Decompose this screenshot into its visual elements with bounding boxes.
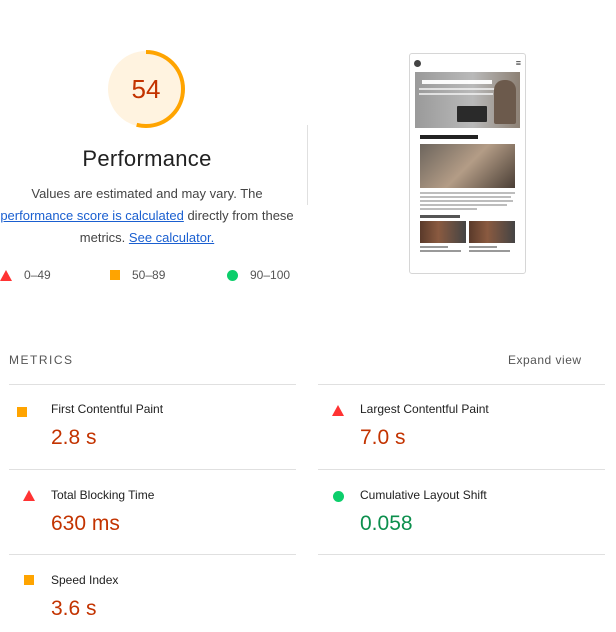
metric-name: Total Blocking Time bbox=[51, 488, 155, 502]
pass-circle-icon bbox=[333, 491, 344, 502]
desc-text-1: Values are estimated and may vary. The bbox=[31, 186, 263, 201]
legend-fail: 0–49 bbox=[0, 268, 51, 282]
metric-name: Cumulative Layout Shift bbox=[360, 488, 487, 502]
gauge-title: Performance bbox=[82, 146, 212, 171]
thumbnail-header: ≡ bbox=[410, 54, 525, 72]
metric-value: 630 ms bbox=[51, 512, 120, 535]
divider bbox=[9, 554, 296, 555]
average-square-icon bbox=[110, 270, 120, 280]
divider bbox=[318, 469, 605, 470]
page-screenshot-thumbnail[interactable]: ≡ bbox=[409, 53, 526, 274]
metric-name: Largest Contentful Paint bbox=[360, 402, 489, 416]
score-legend: 0–49 50–89 90–100 bbox=[0, 268, 300, 286]
see-calculator-link[interactable]: See calculator. bbox=[129, 230, 214, 245]
thumbnail-text-lines bbox=[420, 192, 515, 210]
hamburger-menu-icon: ≡ bbox=[515, 57, 521, 68]
metric-first-contentful-paint: First Contentful Paint 2.8 s bbox=[17, 402, 287, 458]
metric-value: 2.8 s bbox=[51, 426, 97, 449]
thumbnail-captions bbox=[420, 246, 515, 254]
metric-speed-index: Speed Index 3.6 s bbox=[17, 573, 287, 629]
average-square-icon bbox=[24, 575, 34, 585]
divider bbox=[318, 384, 605, 385]
metric-cumulative-layout-shift: Cumulative Layout Shift 0.058 bbox=[332, 488, 602, 544]
expand-view-toggle[interactable]: Expand view bbox=[508, 353, 582, 367]
site-logo-icon bbox=[414, 59, 421, 67]
thumbnail-hero-image bbox=[415, 72, 520, 128]
thumbnail-content-image bbox=[420, 144, 515, 188]
metric-name: Speed Index bbox=[51, 573, 119, 587]
legend-pass: 90–100 bbox=[227, 268, 290, 282]
legend-label: 0–49 bbox=[24, 268, 51, 282]
lighthouse-report: 54 Performance Values are estimated and … bbox=[0, 0, 616, 632]
metric-value: 3.6 s bbox=[51, 597, 97, 620]
score-value: 54 bbox=[131, 73, 161, 104]
metric-total-blocking-time: Total Blocking Time 630 ms bbox=[17, 488, 287, 544]
metric-largest-contentful-paint: Largest Contentful Paint 7.0 s bbox=[332, 402, 602, 458]
thumbnail-heading bbox=[420, 135, 478, 139]
divider bbox=[9, 384, 296, 385]
score-calculated-link[interactable]: performance score is calculated bbox=[0, 208, 184, 223]
fail-triangle-icon bbox=[0, 269, 12, 281]
vertical-divider bbox=[307, 125, 308, 205]
legend-average: 50–89 bbox=[110, 268, 165, 282]
divider bbox=[318, 554, 605, 555]
metric-value: 0.058 bbox=[360, 512, 413, 535]
metric-name: First Contentful Paint bbox=[51, 402, 164, 416]
metrics-heading: METRICS bbox=[9, 353, 74, 367]
legend-label: 50–89 bbox=[132, 268, 166, 282]
fail-triangle-icon bbox=[23, 490, 35, 501]
average-square-icon bbox=[17, 407, 27, 417]
pass-circle-icon bbox=[227, 269, 238, 281]
thumbnail-subheading bbox=[420, 215, 460, 218]
divider bbox=[9, 469, 296, 470]
legend-label: 90–100 bbox=[250, 268, 291, 282]
fail-triangle-icon bbox=[332, 405, 344, 416]
thumbnail-video-row bbox=[420, 221, 515, 243]
performance-score-gauge: 54 bbox=[106, 49, 186, 129]
metric-value: 7.0 s bbox=[360, 426, 406, 449]
gauge-description: Values are estimated and may vary. The p… bbox=[0, 183, 294, 249]
